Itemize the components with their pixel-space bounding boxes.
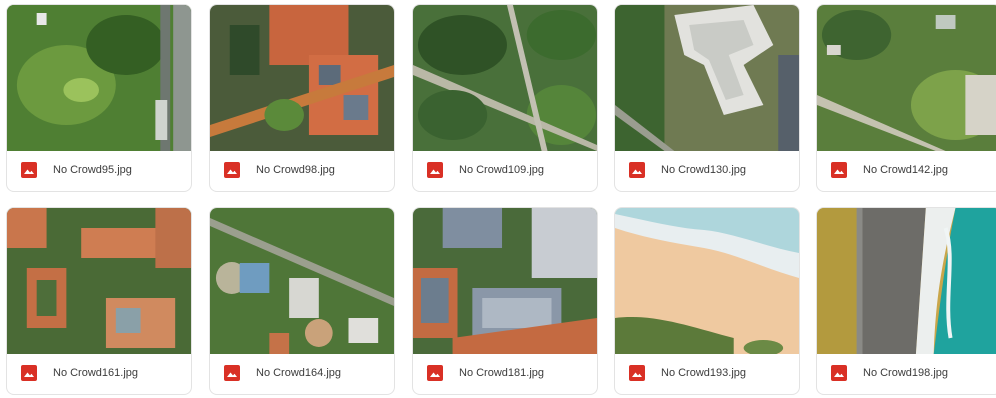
file-card[interactable]: No Crowd142.jpg [816,4,996,192]
image-file-icon [427,365,443,381]
file-card[interactable]: No Crowd181.jpg [412,207,598,395]
file-grid: No Crowd95.jpg No Crowd98.jpg No Crowd10… [0,0,996,398]
file-footer: No Crowd193.jpg [615,352,799,394]
image-thumbnail[interactable] [817,5,996,151]
file-name: No Crowd164.jpg [256,367,341,379]
file-name: No Crowd98.jpg [256,164,335,176]
image-thumbnail[interactable] [210,208,394,354]
image-thumbnail[interactable] [413,208,597,354]
image-file-icon [831,162,847,178]
image-thumbnail[interactable] [615,208,799,354]
image-file-icon [427,162,443,178]
file-card[interactable]: No Crowd130.jpg [614,4,800,192]
file-card[interactable]: No Crowd98.jpg [209,4,395,192]
image-thumbnail[interactable] [210,5,394,151]
image-file-icon [629,162,645,178]
file-footer: No Crowd181.jpg [413,352,597,394]
image-thumbnail[interactable] [7,208,191,354]
file-footer: No Crowd161.jpg [7,352,191,394]
image-thumbnail[interactable] [7,5,191,151]
file-name: No Crowd193.jpg [661,367,746,379]
file-card[interactable]: No Crowd193.jpg [614,207,800,395]
image-file-icon [224,162,240,178]
file-footer: No Crowd95.jpg [7,149,191,191]
image-thumbnail[interactable] [817,208,996,354]
file-card[interactable]: No Crowd198.jpg [816,207,996,395]
image-file-icon [21,365,37,381]
image-file-icon [224,365,240,381]
file-footer: No Crowd98.jpg [210,149,394,191]
image-file-icon [21,162,37,178]
file-name: No Crowd198.jpg [863,367,948,379]
file-footer: No Crowd130.jpg [615,149,799,191]
file-name: No Crowd95.jpg [53,164,132,176]
file-card[interactable]: No Crowd109.jpg [412,4,598,192]
file-card[interactable]: No Crowd95.jpg [6,4,192,192]
file-card[interactable]: No Crowd164.jpg [209,207,395,395]
file-footer: No Crowd109.jpg [413,149,597,191]
image-file-icon [831,365,847,381]
file-card[interactable]: No Crowd161.jpg [6,207,192,395]
file-name: No Crowd181.jpg [459,367,544,379]
image-file-icon [629,365,645,381]
file-name: No Crowd161.jpg [53,367,138,379]
file-footer: No Crowd164.jpg [210,352,394,394]
file-footer: No Crowd142.jpg [817,149,996,191]
file-name: No Crowd109.jpg [459,164,544,176]
file-name: No Crowd130.jpg [661,164,746,176]
image-thumbnail[interactable] [615,5,799,151]
file-footer: No Crowd198.jpg [817,352,996,394]
image-thumbnail[interactable] [413,5,597,151]
file-name: No Crowd142.jpg [863,164,948,176]
